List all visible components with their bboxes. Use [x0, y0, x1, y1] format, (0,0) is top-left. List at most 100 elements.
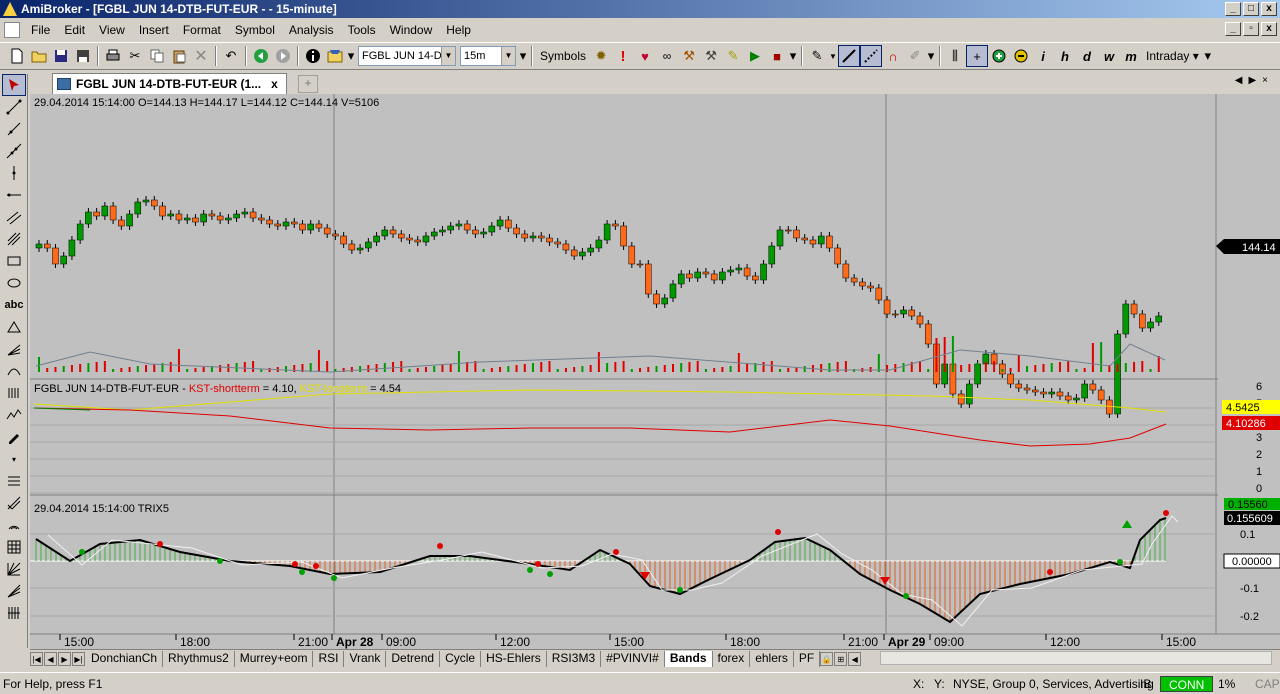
menu-help[interactable]: Help	[439, 19, 478, 41]
stop-icon[interactable]: ■	[766, 45, 788, 67]
menu-format[interactable]: Format	[176, 19, 228, 41]
menu-symbol[interactable]: Symbol	[228, 19, 282, 41]
toolbar-overflow-icon[interactable]: ▾	[346, 45, 356, 67]
period-m-button[interactable]: m	[1120, 45, 1142, 67]
last-sheet-icon[interactable]: ▶|	[72, 651, 85, 666]
close-button[interactable]: x	[1261, 2, 1277, 16]
sheet-tab-forex[interactable]: forex	[713, 650, 751, 667]
tools-icon[interactable]: ⚒	[678, 45, 700, 67]
undo-icon[interactable]: ↶	[220, 45, 242, 67]
sheet-tab-cycle[interactable]: Cycle	[440, 650, 482, 667]
sheet-tab-pf[interactable]: PF	[794, 650, 821, 667]
wand-icon[interactable]: ✎	[722, 45, 744, 67]
hammer-icon[interactable]: ⚒	[700, 45, 722, 67]
menu-tools[interactable]: Tools	[341, 19, 383, 41]
arc-icon[interactable]	[2, 360, 26, 382]
maximize-button[interactable]: □	[1243, 2, 1259, 16]
chart-canvas[interactable]: 65432100.1-0.1-0.215:0018:0021:00Apr 280…	[30, 94, 1280, 650]
mdi-minimize-button[interactable]: _	[1225, 22, 1241, 36]
cycles-icon[interactable]	[2, 382, 26, 404]
mdi-restore-button[interactable]: ▫	[1243, 22, 1259, 36]
sheet-tab-hs-ehlers[interactable]: HS-Ehlers	[481, 650, 547, 667]
sheet-tab-ehlers[interactable]: ehlers	[750, 650, 794, 667]
toolbar-overflow-icon[interactable]: ▾	[518, 45, 528, 67]
pencil-draw-icon[interactable]	[2, 426, 26, 448]
horizontal-scrollbar[interactable]	[880, 651, 1272, 665]
organize-icon[interactable]	[324, 45, 346, 67]
extended-line-icon[interactable]	[2, 140, 26, 162]
period-h-button[interactable]: h	[1054, 45, 1076, 67]
zoom-fit-icon[interactable]: ⊞	[834, 651, 848, 666]
dotted-line-icon[interactable]	[860, 45, 883, 67]
scroll-left-icon[interactable]: ◀	[848, 651, 862, 666]
triangle-icon[interactable]	[2, 316, 26, 338]
horizontal-line-icon[interactable]	[2, 184, 26, 206]
sheet-tab-bands[interactable]: Bands	[664, 650, 713, 667]
period-d-button[interactable]: d	[1076, 45, 1098, 67]
expand-toolbar-icon[interactable]: ▾	[2, 448, 26, 470]
document-system-icon[interactable]	[4, 22, 20, 38]
add-tab-button[interactable]: +	[298, 75, 318, 93]
paste-icon[interactable]	[168, 45, 190, 67]
chart-document-tab[interactable]: FGBL JUN 14-DTB-FUT-EUR (1... x	[52, 73, 287, 94]
sheet-tab-donchianch[interactable]: DonchianCh	[86, 650, 164, 667]
symbols-button[interactable]: Symbols	[536, 49, 590, 63]
save-icon[interactable]	[50, 45, 72, 67]
favorites-icon[interactable]: ♥	[634, 45, 656, 67]
chart-window[interactable]: 65432100.1-0.1-0.215:0018:0021:00Apr 280…	[30, 94, 1280, 650]
crosshair-icon[interactable]: +	[966, 45, 989, 67]
scan-glasses-icon[interactable]: ∞	[656, 45, 678, 67]
menu-insert[interactable]: Insert	[132, 19, 176, 41]
alert-icon[interactable]: !	[612, 45, 634, 67]
mdi-close-button[interactable]: x	[1261, 22, 1277, 36]
magnet-icon[interactable]: ∩	[882, 45, 904, 67]
toolbar-overflow-icon[interactable]: ▾	[926, 45, 936, 67]
new-icon[interactable]	[6, 45, 28, 67]
chevron-down-icon[interactable]: ▼	[501, 47, 515, 65]
grid-icon[interactable]	[2, 536, 26, 558]
toolbar-overflow-icon[interactable]: ▾	[788, 45, 798, 67]
prev-sheet-icon[interactable]: ◀	[44, 651, 57, 666]
menu-file[interactable]: File	[24, 19, 57, 41]
period-i-button[interactable]: i	[1032, 45, 1054, 67]
next-sheet-icon[interactable]: ▶	[58, 651, 71, 666]
open-folder-icon[interactable]	[28, 45, 50, 67]
bar-chart-icon[interactable]: ⫼	[944, 45, 966, 67]
cut-icon[interactable]: ✂	[124, 45, 146, 67]
close-tab-icon[interactable]: x	[271, 77, 278, 91]
lock-icon[interactable]: 🔒	[820, 651, 834, 666]
gann-fan-icon[interactable]	[2, 558, 26, 580]
zigzag-icon[interactable]	[2, 404, 26, 426]
fan-icon[interactable]	[2, 338, 26, 360]
back-icon[interactable]	[250, 45, 272, 67]
zoom-out-icon[interactable]	[1010, 45, 1032, 67]
speed-lines-icon[interactable]	[2, 580, 26, 602]
copy-icon[interactable]	[146, 45, 168, 67]
broadcast-icon[interactable]	[2, 514, 26, 536]
symbol-combo[interactable]: FGBL JUN 14-DT ▼	[358, 46, 456, 66]
andrews-icon[interactable]	[2, 602, 26, 624]
print-icon[interactable]	[102, 45, 124, 67]
first-sheet-icon[interactable]: |◀	[30, 651, 43, 666]
vertical-line-icon[interactable]	[2, 162, 26, 184]
select-arrow-icon[interactable]	[2, 74, 26, 96]
rectangle-icon[interactable]	[2, 250, 26, 272]
chevron-down-icon[interactable]: ▼	[828, 45, 838, 67]
trendline-icon[interactable]	[2, 96, 26, 118]
sheet-tab-detrend[interactable]: Detrend	[386, 650, 441, 667]
toolbar-overflow-icon[interactable]: ▾	[1203, 45, 1213, 67]
minimize-button[interactable]: _	[1225, 2, 1241, 16]
sheet-tab-murrey-eom[interactable]: Murrey+eom	[235, 650, 314, 667]
period-w-button[interactable]: w	[1098, 45, 1120, 67]
parallel-lines-icon[interactable]	[2, 206, 26, 228]
pencil-icon[interactable]: ✐	[904, 45, 926, 67]
list-icon[interactable]	[2, 470, 26, 492]
sheet-tab-vrank[interactable]: Vrank	[344, 650, 387, 667]
menu-analysis[interactable]: Analysis	[282, 19, 341, 41]
forward-icon[interactable]	[272, 45, 294, 67]
sheet-tab-rhythmus2[interactable]: Rhythmus2	[163, 650, 235, 667]
text-tool-icon[interactable]: abc	[2, 294, 26, 316]
intraday-dropdown[interactable]: Intraday ▾	[1142, 49, 1203, 63]
run-icon[interactable]: ▶	[744, 45, 766, 67]
interval-combo[interactable]: 15m ▼	[460, 46, 516, 66]
